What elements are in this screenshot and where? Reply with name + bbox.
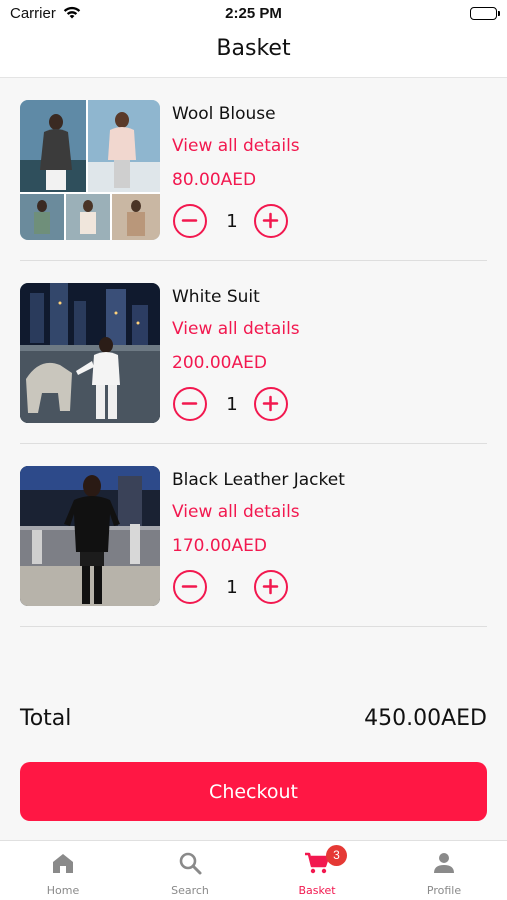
tab-basket[interactable]: 3 Basket [254, 841, 380, 900]
tab-label: Profile [426, 884, 462, 897]
increase-quantity-button[interactable] [254, 387, 288, 421]
product-price: 200.00AED [172, 353, 267, 373]
product-price: 80.00AED [172, 170, 257, 190]
basket-item: White Suit View all details 200.00AED 1 [0, 261, 507, 444]
tab-search[interactable]: Search [127, 841, 253, 900]
minus-icon [181, 219, 198, 222]
item-divider [20, 626, 487, 627]
tab-label: Basket [298, 884, 336, 897]
increase-quantity-button[interactable] [254, 204, 288, 238]
person-icon [434, 853, 454, 873]
tab-label: Search [171, 884, 209, 897]
product-name: White Suit [172, 287, 260, 307]
battery-icon [470, 7, 500, 20]
tab-home[interactable]: Home [0, 841, 126, 900]
product-image[interactable] [20, 283, 160, 423]
product-name: Wool Blouse [172, 104, 276, 124]
decrease-quantity-button[interactable] [173, 570, 207, 604]
total-label: Total [20, 706, 72, 731]
cart-badge: 3 [326, 845, 347, 866]
plus-icon [262, 212, 279, 229]
view-details-link[interactable]: View all details [172, 319, 300, 339]
quantity-value: 1 [226, 211, 238, 232]
app-root: Carrier 2:25 PM Basket Wool Blouse View … [0, 0, 507, 900]
view-details-link[interactable]: View all details [172, 136, 300, 156]
product-image[interactable] [20, 100, 160, 240]
tab-label: Home [46, 884, 80, 897]
product-price: 170.00AED [172, 536, 267, 556]
checkout-button[interactable]: Checkout [20, 762, 487, 821]
search-icon [179, 852, 202, 875]
basket-item: Black Leather Jacket View all details 17… [0, 444, 507, 627]
basket-list: Wool Blouse View all details 80.00AED 1 [0, 78, 507, 627]
status-time: 2:25 PM [225, 5, 282, 22]
nav-header: Basket [0, 28, 507, 78]
view-details-link[interactable]: View all details [172, 502, 300, 522]
minus-icon [181, 402, 198, 405]
product-name: Black Leather Jacket [172, 470, 345, 490]
quantity-value: 1 [226, 394, 238, 415]
minus-icon [181, 585, 198, 588]
basket-item: Wool Blouse View all details 80.00AED 1 [0, 78, 507, 261]
tab-profile[interactable]: Profile [381, 841, 507, 900]
increase-quantity-button[interactable] [254, 570, 288, 604]
product-image[interactable] [20, 466, 160, 606]
decrease-quantity-button[interactable] [173, 387, 207, 421]
plus-icon [262, 578, 279, 595]
plus-icon [262, 395, 279, 412]
total-value: 450.00AED [364, 706, 487, 731]
quantity-value: 1 [226, 577, 238, 598]
decrease-quantity-button[interactable] [173, 204, 207, 238]
home-icon [53, 854, 73, 873]
tab-bar: Home Search 3 Basket Profile [0, 840, 507, 900]
status-bar: Carrier 2:25 PM [0, 0, 507, 28]
page-title: Basket [216, 36, 291, 61]
